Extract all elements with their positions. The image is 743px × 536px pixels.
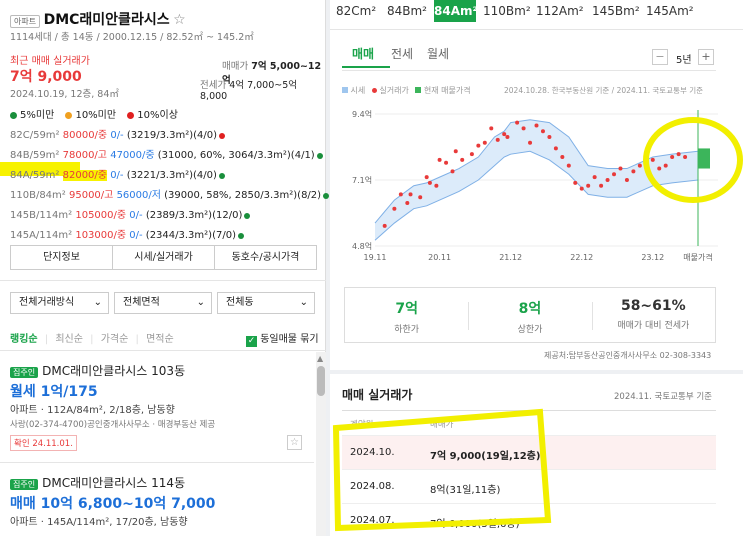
listing-price: 매매 10억 6,800~10억 7,000 <box>10 496 216 512</box>
price-history-button[interactable]: 시세/실거래가 <box>113 246 215 269</box>
recent-label: 최근 매매 실거래가 <box>10 56 90 67</box>
highlight-box <box>332 408 552 532</box>
type-row[interactable]: 84B/59m² 78000/고 47000/중 (31000, 60%, 30… <box>10 146 323 161</box>
trade-type-select[interactable]: 전체거래방식 ⌄ <box>10 292 109 314</box>
owner-tag: 집주인 <box>10 367 39 378</box>
highlight-circle <box>643 117 743 203</box>
type-row[interactable]: 110B/84m² 95000/고 56000/저 (39000, 58%, 2… <box>10 186 330 201</box>
chevron-down-icon: ⌄ <box>299 297 308 308</box>
listing-title-row: 집주인 DMC래미안클라시스 114동 <box>10 474 185 491</box>
green-dot-icon <box>244 213 251 219</box>
legend-over10: 10%이상 <box>127 110 178 121</box>
confirm-badge: 확인 24.11.01. <box>10 435 77 451</box>
type-row[interactable]: 84A/59m² 82000/중 0/- (3221/3.3m²)(4/0) <box>10 166 320 181</box>
recent-price: 7억 9,000 <box>10 69 82 85</box>
green-dot-icon <box>237 233 244 239</box>
listing-price: 월세 1억/175 <box>10 384 98 400</box>
same-listing-toggle[interactable]: ✓ 동일매물 묶기 <box>246 330 319 347</box>
type-row[interactable]: 82C/59m² 80000/중 0/- (3219/3.3m²)(4/0) <box>10 126 320 141</box>
building-select[interactable]: 전체동 ⌄ <box>217 292 315 314</box>
divider <box>0 350 326 351</box>
scroll-up-icon[interactable]: ▲ <box>317 354 323 363</box>
checkbox-checked-icon[interactable]: ✓ <box>246 336 257 347</box>
complex-info-button[interactable]: 단지정보 <box>11 246 113 269</box>
favorite-star-icon[interactable]: ☆ <box>287 435 302 450</box>
legend-under10: 10%미만 <box>65 110 116 121</box>
owner-tag: 집주인 <box>10 479 39 490</box>
apt-info: 1114세대 / 총 14동 / 2000.12.15 / 82.52㎡ ~ 1… <box>10 32 254 43</box>
divider <box>0 280 326 281</box>
listing-title: DMC래미안클라시스 114동 <box>42 476 186 490</box>
info-button-row: 단지정보 시세/실거래가 동호수/공시가격 <box>10 245 317 270</box>
sort-price[interactable]: 가격순 <box>101 334 129 345</box>
sort-latest[interactable]: 최신순 <box>55 334 83 345</box>
sort-area[interactable]: 면적순 <box>146 334 174 345</box>
chevron-down-icon: ⌄ <box>93 297 102 308</box>
complex-panel: 아파트 DMC래미안클라시스 ☆ 1114세대 / 총 14동 / 2000.1… <box>0 0 330 536</box>
favorite-star-icon[interactable]: ☆ <box>173 12 186 28</box>
listing-spec: 아파트 · 145A/114m², 17/20층, 남동향 <box>10 517 188 528</box>
orange-dot-icon <box>65 112 73 119</box>
area-select[interactable]: 전체면적 ⌄ <box>114 292 212 314</box>
listing-title-row: 집주인 DMC래미안클라시스 103동 <box>10 362 185 379</box>
change-legend: 5%미만 10%미만 10%이상 <box>10 106 178 121</box>
price-panel: 82Cm² 84Bm² 84Am² 110Bm² 112Am² 145Bm² 1… <box>330 0 743 536</box>
apt-header: 아파트 DMC래미안클라시스 ☆ <box>10 9 186 29</box>
sort-bar: 랭킹순 | 최신순 | 가격순 | 면적순 <box>10 334 174 345</box>
green-dot-icon <box>10 112 17 119</box>
green-dot-icon <box>218 173 225 179</box>
legend-under5: 5%미만 <box>10 110 54 121</box>
listing-scrollbar[interactable]: ▲ <box>316 352 326 536</box>
apt-badge: 아파트 <box>10 15 41 28</box>
type-row[interactable]: 145A/114m² 103000/중 0/- (2344/3.3m²)(7/0… <box>10 226 320 241</box>
chevron-down-icon: ⌄ <box>196 297 205 308</box>
divider <box>0 462 314 463</box>
red-dot-icon <box>219 133 226 139</box>
listing-agent: 사랑(02-374-4700)공인중개사사무소 · 매경부동산 제공 <box>10 420 216 430</box>
unit-price-button[interactable]: 동호수/공시가격 <box>215 246 316 269</box>
sort-ranking[interactable]: 랭킹순 <box>10 334 38 345</box>
jeonse-price-range: 전세가 4억 7,000~5억 8,000 <box>200 80 298 102</box>
green-dot-icon <box>316 153 323 159</box>
recent-detail: 2024.10.19, 12층, 84㎡ <box>10 89 119 100</box>
scrollbar-thumb[interactable] <box>317 366 325 396</box>
annotation-overlay <box>332 117 743 532</box>
apt-name: DMC래미안클라시스 <box>43 12 170 28</box>
listing-title: DMC래미안클라시스 103동 <box>42 364 186 378</box>
type-row[interactable]: 145B/114m² 105000/중 0/- (2389/3.3m²)(12/… <box>10 206 320 221</box>
red-dot-icon <box>127 112 135 119</box>
listing-spec: 아파트 · 112A/84m², 2/18층, 남동향 <box>10 405 175 416</box>
